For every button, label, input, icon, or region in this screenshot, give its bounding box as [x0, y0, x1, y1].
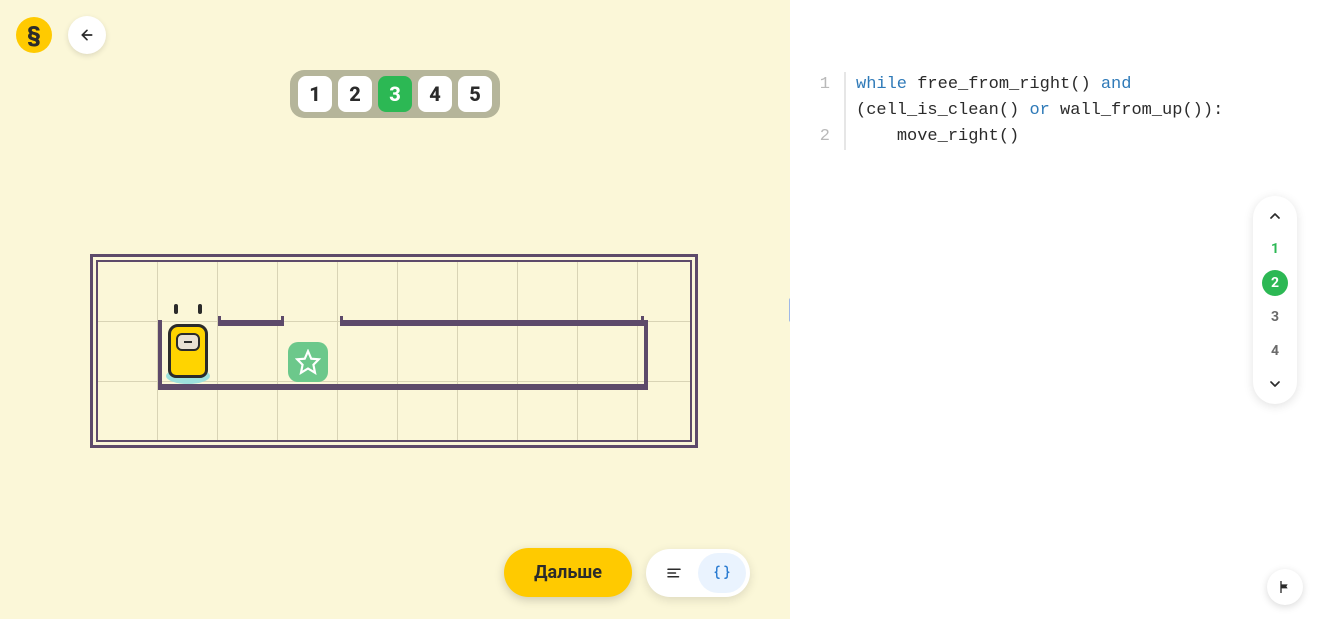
view-toggle	[646, 549, 750, 597]
game-world	[90, 254, 698, 448]
wall	[218, 316, 221, 326]
code-editor[interactable]: 1while free_from_right() and (cell_is_cl…	[810, 72, 1297, 599]
code-panel: 1while free_from_right() and (cell_is_cl…	[790, 0, 1317, 619]
logo-glyph: §	[27, 23, 41, 48]
text-lines-icon	[665, 564, 683, 582]
step-item-4[interactable]: 4	[1262, 338, 1288, 364]
step-item-3[interactable]: 3	[1262, 304, 1288, 330]
app-logo[interactable]: §	[16, 17, 52, 53]
code-token: wall_from_up()):	[1050, 101, 1223, 120]
view-code-button[interactable]	[698, 553, 746, 593]
report-button[interactable]	[1267, 569, 1303, 605]
robot	[164, 312, 212, 378]
game-panel: § 12345	[0, 0, 790, 619]
wall	[340, 320, 644, 326]
step-item-1[interactable]: 1	[1262, 236, 1288, 262]
level-tab-4[interactable]: 4	[418, 76, 452, 112]
code-token: while	[856, 75, 907, 94]
line-number: 2	[810, 124, 844, 150]
next-button-label: Дальше	[534, 562, 602, 583]
code-token: move_right()	[856, 127, 1019, 146]
level-tab-5[interactable]: 5	[458, 76, 492, 112]
chevron-up-icon	[1267, 208, 1283, 224]
top-bar: §	[16, 16, 106, 54]
wall	[641, 316, 644, 326]
next-button[interactable]: Дальше	[504, 548, 632, 597]
code-token: and	[1101, 75, 1132, 94]
arrow-left-icon	[79, 27, 95, 43]
level-tab-3[interactable]: 3	[378, 76, 412, 112]
wall	[218, 320, 284, 326]
code-line[interactable]: while free_from_right() and (cell_is_cle…	[844, 72, 1297, 124]
world-grid	[96, 260, 692, 442]
level-tab-2[interactable]: 2	[338, 76, 372, 112]
code-row: 1while free_from_right() and (cell_is_cl…	[810, 72, 1297, 124]
view-text-button[interactable]	[650, 553, 698, 593]
braces-icon	[713, 564, 731, 582]
level-tabs: 12345	[290, 70, 500, 118]
code-row: 2 move_right()	[810, 124, 1297, 150]
chevron-down-icon	[1267, 376, 1283, 392]
wall	[340, 316, 343, 326]
wall	[158, 320, 162, 390]
line-number: 1	[810, 72, 844, 124]
step-item-2[interactable]: 2	[1262, 270, 1288, 296]
step-down-button[interactable]	[1263, 374, 1287, 394]
step-up-button[interactable]	[1263, 206, 1287, 226]
goal-star	[288, 342, 328, 382]
flag-icon	[1277, 579, 1293, 595]
wall	[281, 316, 284, 326]
wall	[158, 384, 648, 390]
level-tab-1[interactable]: 1	[298, 76, 332, 112]
code-line[interactable]: move_right()	[844, 124, 1297, 150]
star-icon	[295, 349, 321, 375]
wall	[644, 320, 648, 390]
back-button[interactable]	[68, 16, 106, 54]
step-nav: 1 2 3 4	[1253, 196, 1297, 404]
code-token: or	[1029, 101, 1049, 120]
code-token: free_from_right()	[907, 75, 1101, 94]
